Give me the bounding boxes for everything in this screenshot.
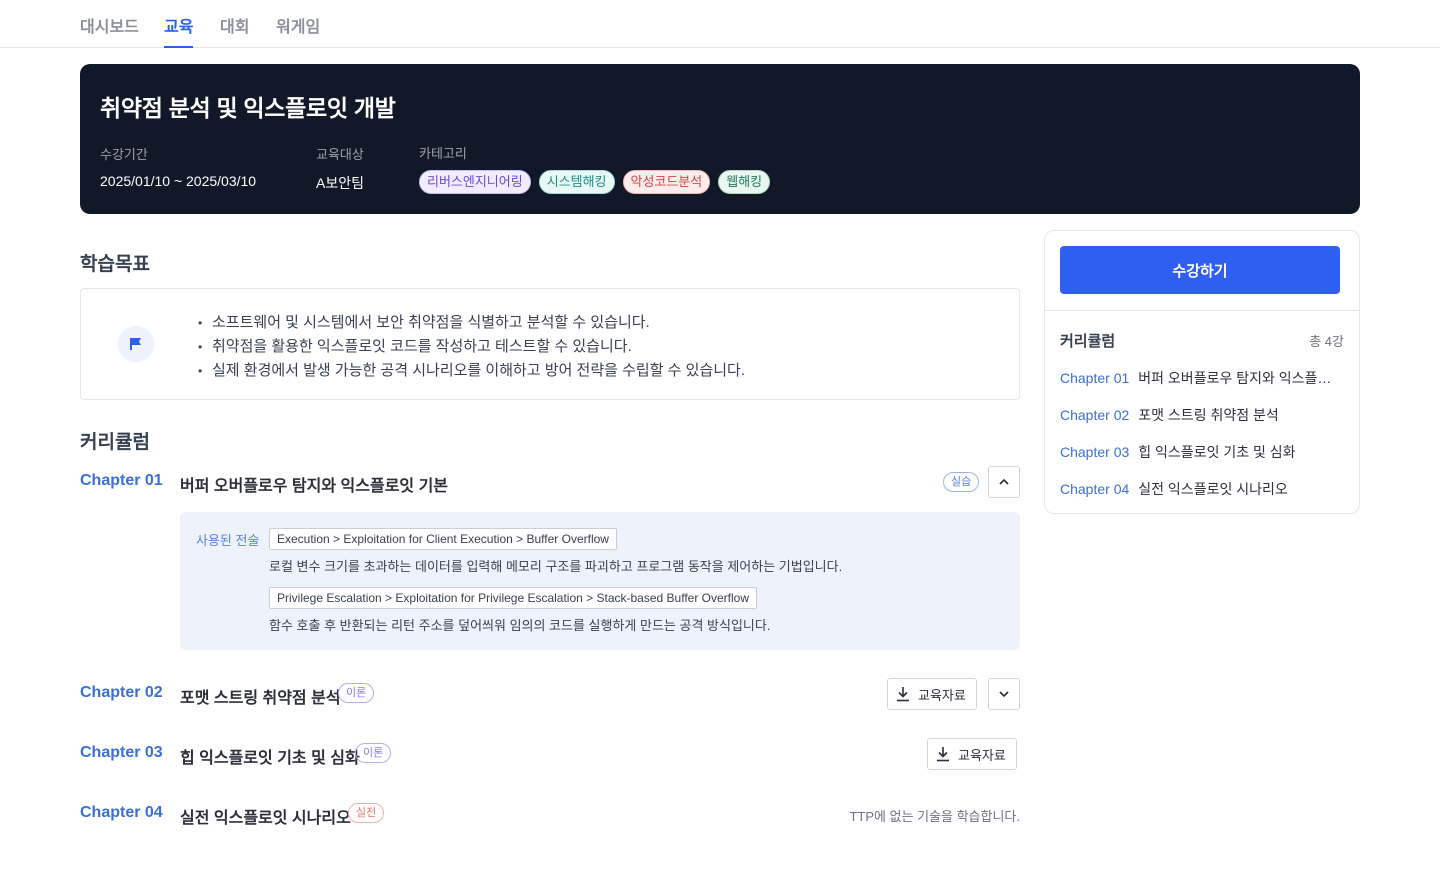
divider [1045, 310, 1359, 311]
period-label: 수강기간 [100, 147, 148, 162]
chapter-number: Chapter 03 [80, 744, 163, 761]
enroll-sidebar: 수강하기 커리큘럼 총 4강 Chapter 01 버퍼 오버플로우 탐지와 익스… [1044, 230, 1360, 514]
technique-desc: 로컬 변수 크기를 초과하는 데이터를 입력해 메모리 구조를 파괴하고 프로그… [269, 559, 843, 574]
category-tag: 악성코드분석 [622, 170, 711, 194]
download-icon [897, 687, 909, 702]
sidebar-curriculum-heading: 커리큘럼 [1060, 333, 1116, 350]
technique-desc: 함수 호출 후 반환되는 리턴 주소를 덮어씌워 임의의 코드를 실행하게 만드… [269, 618, 771, 633]
period-value: 2025/01/10 ~ 2025/03/10 [100, 173, 257, 189]
chapter-badge: 이론 [355, 743, 392, 763]
chapter-badge: 실전 [348, 803, 385, 823]
download-materials-button[interactable]: 교육자료 [887, 678, 977, 710]
chapter-badge: 실습 [943, 472, 980, 492]
chapter-title: 실전 익스플로잇 시나리오 [1138, 481, 1288, 497]
course-title: 취약점 분석 및 익스플로잇 개발 [100, 95, 396, 121]
chevron-down-icon [999, 691, 1009, 698]
flag-icon [118, 326, 154, 362]
tab-education[interactable]: 교육 [164, 13, 194, 48]
chapter-row-03[interactable]: Chapter 03 힙 익스플로잇 기초 및 심화 이론 교육자료 [80, 738, 1020, 770]
goal-item: 취약점을 활용한 익스플로잇 코드를 작성하고 테스트할 수 있습니다. [198, 335, 745, 359]
collapse-button[interactable] [988, 466, 1020, 498]
goals-heading: 학습목표 [80, 254, 150, 275]
sidebar-chapter-link[interactable]: Chapter 03 힙 익스플로잇 기초 및 심화 [1060, 442, 1343, 462]
tab-wargame[interactable]: 워게임 [276, 13, 320, 48]
goal-item: 실제 환경에서 발생 가능한 공격 시나리오를 이해하고 방어 전략을 수립할 … [198, 359, 745, 383]
chapter-number: Chapter 01 [1060, 370, 1130, 386]
chapter-title: 힙 익스플로잇 기초 및 심화 [180, 750, 360, 767]
enroll-button[interactable]: 수강하기 [1060, 246, 1340, 294]
category-tag: 시스템해킹 [538, 170, 615, 194]
target-label: 교육대상 [316, 147, 364, 162]
category-label: 카테고리 [419, 146, 467, 161]
chapter-title: 버퍼 오버플로우 탐지와 익스플로잇 기본 [180, 478, 449, 495]
chapter-number: Chapter 04 [80, 804, 163, 821]
expand-button[interactable] [988, 678, 1020, 710]
lecture-count: 총 4강 [1309, 334, 1344, 349]
chapter-row-01[interactable]: Chapter 01 버퍼 오버플로우 탐지와 익스플로잇 기본 실습 [80, 466, 1020, 498]
download-materials-button[interactable]: 교육자료 [927, 738, 1017, 770]
chapter-number: Chapter 01 [80, 472, 163, 489]
goal-list: 소프트웨어 및 시스템에서 보안 취약점을 식별하고 분석할 수 있습니다. 취… [198, 311, 745, 383]
category-tag: 웹해킹 [718, 170, 771, 194]
download-label: 교육자료 [958, 747, 1006, 763]
top-nav: 대시보드 교육 대회 워게임 [0, 0, 1440, 48]
chapter-title: 포맷 스트링 취약점 분석 [180, 690, 341, 707]
category-tags: 리버스엔지니어링 시스템해킹 악성코드분석 웹해킹 [419, 170, 771, 194]
chapter-title: 힙 익스플로잇 기초 및 심화 [1138, 444, 1296, 460]
chapter-row-04[interactable]: Chapter 04 실전 익스플로잇 시나리오 실전 TTP에 없는 기술을 … [80, 798, 1020, 830]
sidebar-chapter-link[interactable]: Chapter 01 버퍼 오버플로우 탐지와 익스플로잇 기본 [1060, 368, 1343, 388]
no-ttp-note: TTP에 없는 기술을 학습합니다. [849, 809, 1020, 824]
category-tag: 리버스엔지니어링 [419, 170, 531, 194]
chapter-title: 버퍼 오버플로우 탐지와 익스플로잇 기본 [1138, 370, 1343, 386]
chevron-up-icon [999, 478, 1009, 485]
chapter-number: Chapter 02 [80, 684, 163, 701]
chapter-number: Chapter 04 [1060, 481, 1130, 497]
target-value: A보안팀 [316, 175, 364, 191]
chapter-title: 실전 익스플로잇 시나리오 [180, 810, 351, 827]
techniques-panel: 사용된 전술 Execution > Exploitation for Clie… [180, 512, 1020, 650]
technique-path: Privilege Escalation > Exploitation for … [269, 587, 758, 609]
chapter-number: Chapter 03 [1060, 444, 1130, 460]
chapter-title: 포맷 스트링 취약점 분석 [1138, 407, 1279, 423]
chapter-badge: 이론 [338, 683, 375, 703]
course-header: 취약점 분석 및 익스플로잇 개발 수강기간 2025/01/10 ~ 2025… [80, 64, 1360, 214]
goals-box: 소프트웨어 및 시스템에서 보안 취약점을 식별하고 분석할 수 있습니다. 취… [80, 288, 1020, 400]
goal-item: 소프트웨어 및 시스템에서 보안 취약점을 식별하고 분석할 수 있습니다. [198, 311, 745, 335]
tab-competition[interactable]: 대회 [220, 13, 249, 48]
chapter-number: Chapter 02 [1060, 407, 1130, 423]
download-label: 교육자료 [918, 687, 966, 703]
techniques-label: 사용된 전술 [196, 533, 260, 548]
download-icon [937, 747, 949, 762]
curriculum-heading: 커리큘럼 [80, 432, 150, 453]
sidebar-chapter-link[interactable]: Chapter 04 실전 익스플로잇 시나리오 [1060, 479, 1343, 499]
tab-dashboard[interactable]: 대시보드 [80, 13, 139, 48]
sidebar-chapter-link[interactable]: Chapter 02 포맷 스트링 취약점 분석 [1060, 405, 1343, 425]
technique-path: Execution > Exploitation for Client Exec… [269, 528, 617, 550]
chapter-row-02[interactable]: Chapter 02 포맷 스트링 취약점 분석 이론 교육자료 [80, 678, 1020, 710]
